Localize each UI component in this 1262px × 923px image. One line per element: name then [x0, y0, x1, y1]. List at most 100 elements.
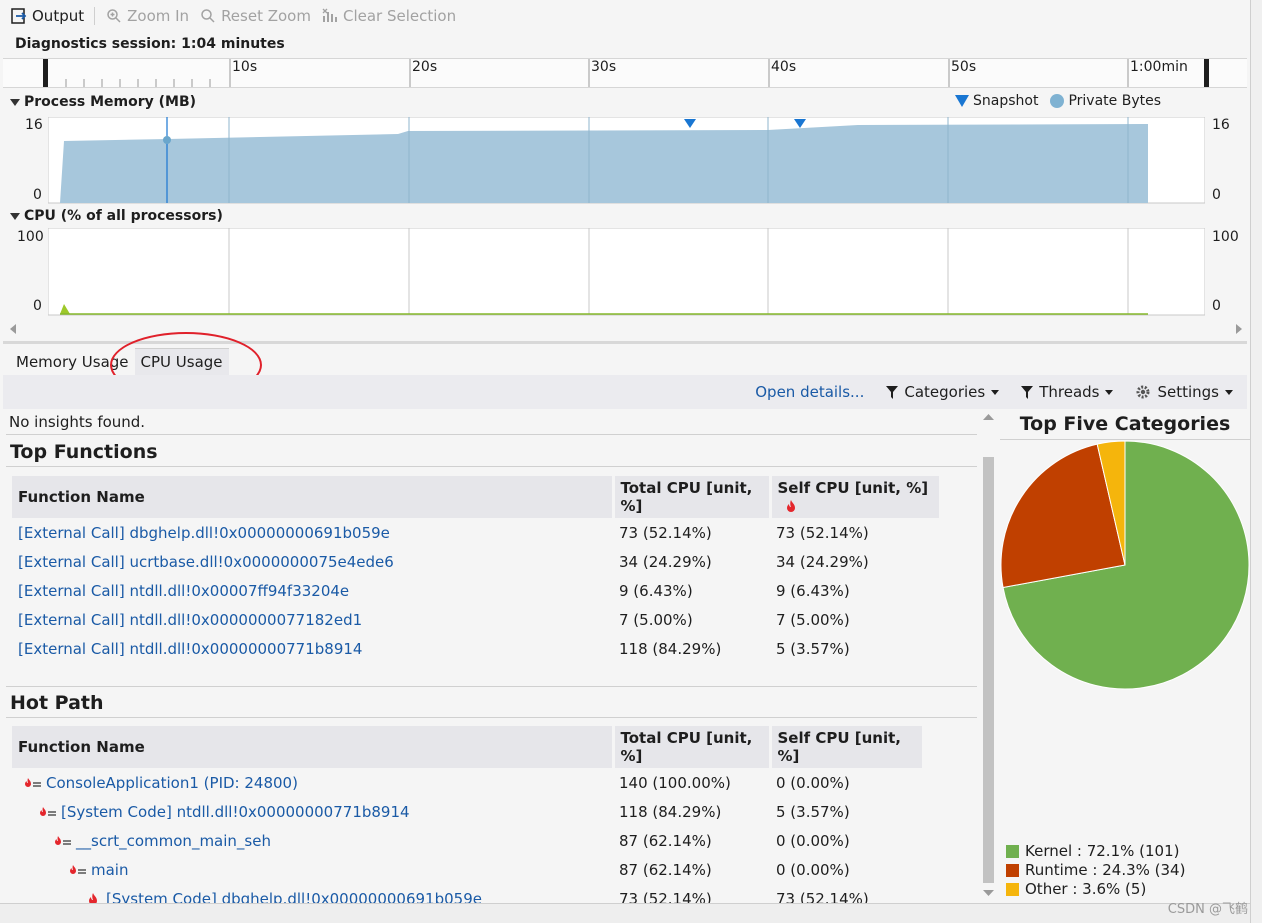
hot-path-node[interactable]: __scrt_common_main_seh — [12, 826, 613, 855]
insights-message: No insights found. — [9, 413, 146, 431]
zoom-in-label: Zoom In — [127, 7, 190, 25]
hot-path-node[interactable]: main — [12, 855, 613, 884]
self-cpu-cell: 0 (0.00%) — [776, 860, 850, 879]
column-header-total-cpu[interactable]: Total CPU [unit, %] — [613, 726, 772, 768]
table-row[interactable]: [External Call] ntdll.dll!0x00007ff94f33… — [12, 576, 940, 605]
legend-item-runtime: Runtime : 24.3% (34) — [1006, 861, 1185, 880]
cpu-y-min-right: 0 — [1212, 298, 1221, 314]
zoom-in-icon — [105, 7, 123, 25]
table-row[interactable]: [External Call] dbghelp.dll!0x0000000069… — [12, 518, 940, 547]
settings-dropdown[interactable]: Settings — [1135, 383, 1233, 401]
reset-zoom-button[interactable]: Reset Zoom — [199, 7, 311, 25]
clear-selection-icon — [321, 7, 339, 25]
cpu-graph-plot[interactable] — [48, 228, 1205, 316]
splitter[interactable] — [3, 341, 1247, 344]
function-name-link[interactable]: [External Call] ntdll.dll!0x00000000771b… — [12, 634, 613, 663]
watermark: CSDN @飞鹤 — [1167, 902, 1248, 917]
hot-path-icon — [70, 864, 86, 874]
ruler-tick-label: 1:00min — [1130, 59, 1188, 75]
table-row[interactable]: [External Call] ucrtbase.dll!0x000000007… — [12, 547, 940, 576]
hot-path-title: Hot Path — [10, 692, 104, 714]
top-functions-table: Function Name Total CPU [unit, %] Self C… — [12, 476, 942, 663]
ruler-tick-label: 30s — [591, 59, 617, 75]
legend-snapshot: Snapshot — [955, 93, 1038, 109]
table-row[interactable]: [External Call] ntdll.dll!0x000000007718… — [12, 605, 940, 634]
hot-path-icon — [40, 806, 56, 816]
cpu-y-min: 0 — [33, 298, 42, 314]
hot-path-node-label: ConsoleApplication1 (PID: 24800) — [46, 773, 298, 792]
memory-graph-title[interactable]: Process Memory (MB) — [10, 94, 196, 110]
legend-private-bytes: Private Bytes — [1050, 93, 1161, 109]
tab-memory-usage[interactable]: Memory Usage — [10, 349, 135, 375]
table-row[interactable]: [System Code] ntdll.dll!0x00000000771b89… — [12, 797, 923, 826]
cpu-graph-title[interactable]: CPU (% of all processors) — [10, 208, 223, 224]
table-row[interactable]: ConsoleApplication1 (PID: 24800) 140 (10… — [12, 768, 923, 797]
column-header-function-name[interactable]: Function Name — [12, 476, 615, 518]
divider — [6, 434, 977, 435]
table-row[interactable]: [External Call] ntdll.dll!0x00000000771b… — [12, 634, 940, 663]
filter-icon — [1021, 385, 1034, 399]
table-row[interactable]: main 87 (62.14%) 0 (0.00%) — [12, 855, 923, 884]
self-cpu-cell: 73 (52.14%) — [776, 523, 869, 542]
settings-label: Settings — [1157, 383, 1219, 401]
ruler-tick-label: 40s — [771, 59, 797, 75]
categories-dropdown[interactable]: Categories — [886, 383, 1000, 401]
hot-path-icon — [25, 777, 41, 787]
scroll-down-icon[interactable] — [983, 889, 994, 897]
hot-path-node[interactable]: ConsoleApplication1 (PID: 24800) — [12, 768, 613, 797]
clear-selection-label: Clear Selection — [342, 7, 457, 25]
memory-y-min: 0 — [33, 187, 42, 203]
column-header-total-cpu[interactable]: Total CPU [unit, %] — [613, 476, 772, 518]
categories-pie-chart[interactable] — [1000, 440, 1250, 690]
window-bottom-edge — [0, 903, 1250, 923]
function-name-link[interactable]: [External Call] ntdll.dll!0x000000007718… — [12, 605, 613, 634]
memory-y-max: 16 — [25, 117, 43, 133]
total-cpu-cell: 140 (100.00%) — [619, 773, 731, 792]
scrollbar-thumb[interactable] — [983, 457, 994, 883]
self-cpu-cell: 9 (6.43%) — [776, 581, 850, 600]
output-button[interactable]: Output — [10, 7, 84, 25]
diagnostic-tools-window: Output Zoom In Reset Zoom Clear Selectio… — [0, 0, 1262, 923]
total-cpu-cell: 7 (5.00%) — [619, 610, 693, 629]
column-header-function-name[interactable]: Function Name — [12, 726, 615, 768]
legend-item-kernel: Kernel : 72.1% (101) — [1006, 842, 1185, 861]
clear-selection-button[interactable]: Clear Selection — [321, 7, 456, 25]
self-cpu-header-label: Self CPU [unit, %] — [777, 479, 929, 497]
hot-path-icon — [55, 835, 71, 845]
column-header-self-cpu[interactable]: Self CPU [unit, %] — [770, 476, 942, 518]
table-header-row: Function Name Total CPU [unit, %] Self C… — [12, 726, 925, 768]
open-details-link[interactable]: Open details... — [755, 383, 864, 401]
threads-dropdown[interactable]: Threads — [1021, 383, 1114, 401]
table-row[interactable]: __scrt_common_main_seh 87 (62.14%) 0 (0.… — [12, 826, 923, 855]
cpu-graph-title-text: CPU (% of all processors) — [24, 208, 223, 224]
legend-private-bytes-label: Private Bytes — [1068, 93, 1161, 109]
zoom-in-button[interactable]: Zoom In — [105, 7, 189, 25]
categories-label: Categories — [904, 383, 986, 401]
function-name-link[interactable]: [External Call] dbghelp.dll!0x0000000069… — [12, 518, 613, 547]
timeline-ruler[interactable]: 10s 20s 30s 40s 50s 1:00min — [3, 58, 1247, 88]
hot-path-body: ConsoleApplication1 (PID: 24800) 140 (10… — [12, 768, 923, 913]
self-cpu-cell: 0 (0.00%) — [776, 831, 850, 850]
function-name-link[interactable]: [External Call] ucrtbase.dll!0x000000007… — [12, 547, 613, 576]
column-header-self-cpu[interactable]: Self CPU [unit, %] — [770, 726, 925, 768]
hot-path-node[interactable]: [System Code] ntdll.dll!0x00000000771b89… — [12, 797, 613, 826]
scroll-up-icon[interactable] — [983, 413, 994, 421]
scroll-left-icon[interactable] — [8, 323, 18, 335]
memory-graph-plot[interactable] — [48, 117, 1205, 204]
private-bytes-point — [163, 136, 171, 144]
diagnostics-toolbar: Output Zoom In Reset Zoom Clear Selectio… — [0, 0, 1250, 32]
self-cpu-cell: 5 (3.57%) — [776, 802, 850, 821]
tab-bar: Memory Usage CPU Usage — [0, 345, 1250, 375]
collapse-triangle-icon — [10, 98, 20, 106]
self-cpu-cell: 7 (5.00%) — [776, 610, 850, 629]
function-name-link[interactable]: [External Call] ntdll.dll!0x00007ff94f33… — [12, 576, 613, 605]
cpu-usage-command-bar: Open details... Categories Threads Setti… — [3, 375, 1247, 409]
tab-cpu-usage[interactable]: CPU Usage — [134, 348, 229, 375]
top-functions-body: [External Call] dbghelp.dll!0x0000000069… — [12, 518, 940, 663]
gear-icon — [1136, 385, 1150, 399]
scroll-right-icon[interactable] — [1234, 323, 1244, 335]
vertical-scrollbar[interactable] — [980, 409, 996, 903]
total-cpu-cell: 9 (6.43%) — [619, 581, 693, 600]
total-cpu-cell: 73 (52.14%) — [619, 523, 712, 542]
self-cpu-cell: 5 (3.57%) — [776, 639, 850, 658]
